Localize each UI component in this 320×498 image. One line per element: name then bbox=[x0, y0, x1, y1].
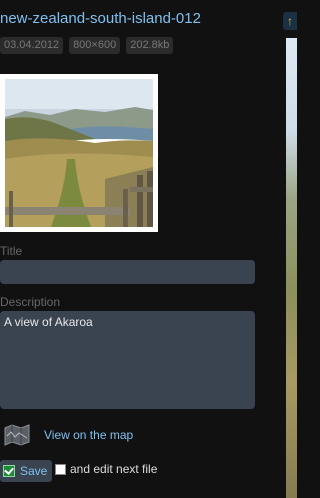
save-label: Save bbox=[20, 464, 48, 478]
edit-next-checkbox[interactable] bbox=[55, 463, 66, 475]
title-input[interactable] bbox=[0, 260, 255, 284]
photo-thumbnail[interactable] bbox=[0, 74, 158, 232]
map-row: View on the map bbox=[4, 424, 133, 446]
view-on-map-link[interactable]: View on the map bbox=[44, 428, 133, 442]
file-name-title: new-zealand-south-island-012 bbox=[0, 10, 201, 27]
dimensions-badge: 800×600 bbox=[69, 37, 121, 54]
edit-next-row: and edit next file bbox=[55, 462, 157, 476]
arrow-up-icon[interactable]: ↑ bbox=[283, 12, 297, 30]
side-photo-preview bbox=[286, 38, 297, 498]
edit-next-label: and edit next file bbox=[70, 462, 158, 476]
file-edit-panel: new-zealand-south-island-012 03.04.2012 … bbox=[0, 0, 297, 498]
landscape-photo bbox=[5, 79, 153, 227]
size-badge: 202.8kb bbox=[126, 37, 174, 54]
save-button[interactable]: Save bbox=[0, 460, 53, 482]
description-label: Description bbox=[0, 295, 61, 309]
title-label: Title bbox=[0, 244, 23, 258]
file-meta: 03.04.2012 800×600 202.8kb bbox=[0, 37, 174, 54]
date-badge: 03.04.2012 bbox=[0, 37, 64, 54]
map-icon[interactable] bbox=[4, 424, 30, 446]
checkbox-checked-icon bbox=[3, 465, 15, 477]
side-preview-panel: ↑ bbox=[283, 0, 297, 498]
description-input[interactable]: A view of Akaroa bbox=[0, 311, 255, 409]
